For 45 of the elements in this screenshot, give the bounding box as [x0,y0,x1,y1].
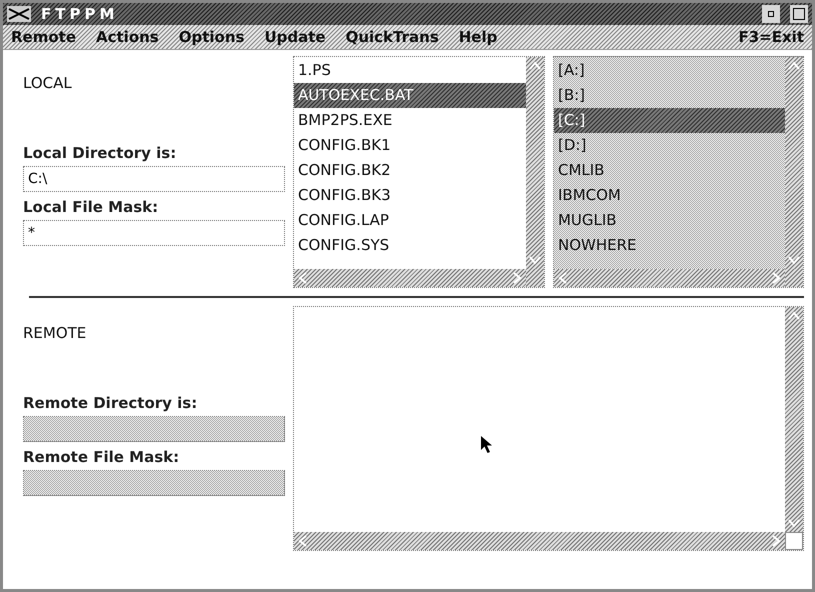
menu-item[interactable]: Options [178,28,244,46]
maximize-button[interactable] [790,5,808,23]
menu-item[interactable]: Actions [96,28,159,46]
menu-item[interactable]: Update [264,28,326,46]
vertical-scrollbar[interactable] [526,57,544,269]
list-item[interactable]: CONFIG.LAP [294,208,526,233]
list-item[interactable]: CMLIB [554,158,785,183]
list-item[interactable]: 1.PS [294,58,526,83]
menu-item[interactable]: QuickTrans [346,28,439,46]
list-item[interactable]: [C:] [554,108,785,133]
list-item[interactable]: MUGLIB [554,208,785,233]
field-label: Local Directory is: [23,144,178,162]
list-item[interactable]: IBMCOM [554,183,785,208]
mouse-pointer-icon [480,435,494,455]
list-box[interactable] [293,306,804,551]
vertical-scrollbar[interactable] [785,57,803,269]
horizontal-scrollbar[interactable] [294,532,785,550]
menu-item[interactable]: Help [458,28,498,46]
field-label: Local File Mask: [23,198,160,216]
list-item[interactable]: CONFIG.BK3 [294,183,526,208]
list-item[interactable]: AUTOEXEC.BAT [294,83,526,108]
field-label: Remote File Mask: [23,448,180,466]
list-item[interactable]: [B:] [554,83,785,108]
list-item[interactable]: CONFIG.SYS [294,233,526,258]
directory-field[interactable]: C:\ [23,166,285,192]
section-heading: REMOTE [23,324,88,342]
horizontal-scrollbar[interactable] [554,269,785,287]
list-item[interactable]: CONFIG.BK1 [294,133,526,158]
minimize-button[interactable] [762,5,780,23]
field-label: Remote Directory is: [23,394,198,412]
list-item[interactable]: BMP2PS.EXE [294,108,526,133]
menu-item[interactable]: Remote [11,28,76,46]
section-heading: LOCAL [23,74,73,92]
menu-item[interactable]: F3=Exit [738,28,804,46]
vertical-scrollbar[interactable] [785,307,803,532]
window-title: FTPPM [41,5,118,23]
list-item[interactable]: [D:] [554,133,785,158]
list-box[interactable]: 1.PS AUTOEXEC.BAT BMP2PS.EXE CONFIG.BK1 CONFIG.BK2 CONFIG.BK3 CONFIG.LAP CONFIG.SYS [293,56,545,288]
maximize-icon [793,8,805,20]
list-item[interactable]: NOWHERE [554,233,785,258]
list-item[interactable]: CONFIG.BK2 [294,158,526,183]
file-mask-field[interactable]: * [23,220,285,246]
app-icon[interactable] [7,6,31,22]
minimize-icon [768,11,774,17]
horizontal-scrollbar[interactable] [294,269,526,287]
